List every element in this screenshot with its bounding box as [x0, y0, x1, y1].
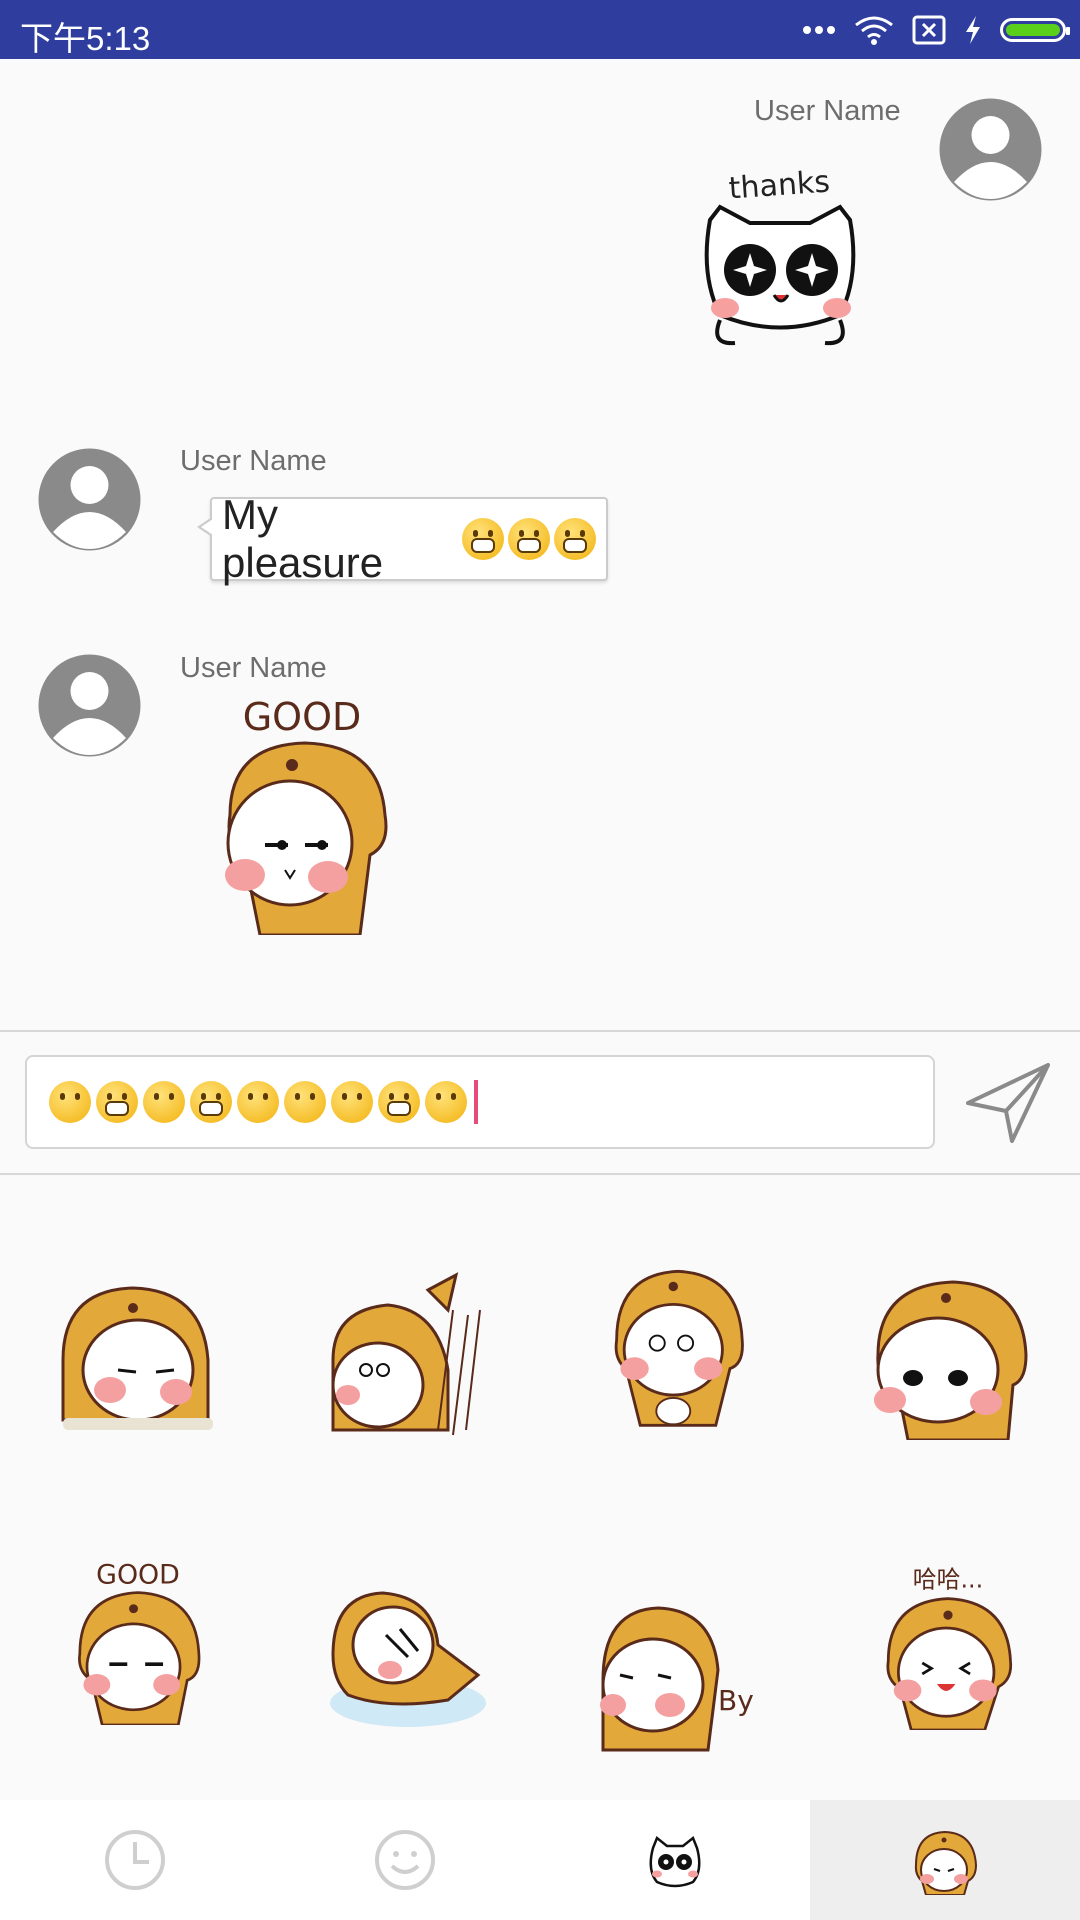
more-dots-icon: [803, 26, 835, 34]
wink-emoji: [237, 1081, 279, 1123]
battery-fill: [1006, 24, 1060, 36]
message-bubble[interactable]: My pleasure: [197, 491, 608, 586]
bear-sticker-haha[interactable]: 哈哈...: [868, 1560, 1028, 1730]
text-cursor: [474, 1080, 478, 1124]
battery-icon: [1000, 18, 1070, 42]
sticker-caption: GOOD: [243, 695, 362, 739]
grinning-face-emoji: [554, 518, 596, 560]
sticker-caption: By: [718, 1684, 754, 1717]
tab-bear-stickers[interactable]: [810, 1800, 1080, 1920]
smiling-blush-emoji: [49, 1081, 91, 1123]
bear-sticker-rain[interactable]: [328, 1270, 488, 1440]
user-name-label: User Name: [180, 652, 327, 684]
charging-bolt-icon: [966, 16, 980, 44]
user-name-label: User Name: [754, 95, 901, 127]
kiss-closed-eyes-emoji: [425, 1081, 467, 1123]
bear-sticker-bye[interactable]: By: [598, 1590, 758, 1760]
status-icons: [802, 12, 1070, 48]
thanks-cat-sticker[interactable]: thanks: [690, 165, 870, 355]
send-icon[interactable]: [960, 1055, 1060, 1149]
big-smile-emoji: [190, 1081, 232, 1123]
message-input[interactable]: [25, 1055, 935, 1149]
emoji-icon: [375, 1830, 435, 1890]
tab-emoji[interactable]: [270, 1800, 540, 1920]
wifi-icon: [855, 16, 893, 45]
recent-icon: [105, 1830, 165, 1890]
grinning-face-emoji: [462, 518, 505, 560]
input-top-divider: [0, 1030, 1080, 1032]
avatar-icon[interactable]: [37, 447, 142, 552]
sticker-tab-bar: [0, 1800, 1080, 1920]
bear-sticker-good[interactable]: GOOD: [58, 1555, 218, 1725]
bear-sticker-sleepy[interactable]: [58, 1270, 218, 1440]
grin-emoji: [96, 1081, 138, 1123]
good-bear-sticker[interactable]: GOOD: [210, 695, 405, 935]
tongue-wink-emoji: [331, 1081, 373, 1123]
sim-x-icon: [912, 15, 946, 45]
user-name-label: User Name: [180, 445, 327, 477]
status-time: 下午5:13: [20, 20, 151, 57]
bear-sticker-rolling[interactable]: [328, 1575, 488, 1745]
bear-sticker-dizzy[interactable]: [598, 1260, 758, 1430]
grinning-face-emoji: [508, 518, 551, 560]
tab-recent[interactable]: [0, 1800, 270, 1920]
sticker-caption: 哈哈...: [913, 1566, 984, 1594]
flushed-emoji: [284, 1081, 326, 1123]
sticker-caption: thanks: [728, 165, 831, 207]
status-bar: 下午5:13: [0, 0, 1080, 59]
smile-emoji: [143, 1081, 185, 1123]
avatar-icon[interactable]: [37, 653, 142, 758]
bear-sticker-sideeye[interactable]: [868, 1270, 1028, 1440]
input-bottom-divider: [0, 1173, 1080, 1175]
tab-cat-stickers[interactable]: [540, 1800, 810, 1920]
sticker-caption: GOOD: [96, 1560, 180, 1591]
bear-sticker-pack-icon: [914, 1830, 978, 1895]
message-text: My pleasure: [222, 491, 384, 586]
cat-sticker-pack-icon: [649, 1835, 701, 1888]
avatar-icon[interactable]: [938, 97, 1043, 202]
grimace-emoji: [378, 1081, 420, 1123]
